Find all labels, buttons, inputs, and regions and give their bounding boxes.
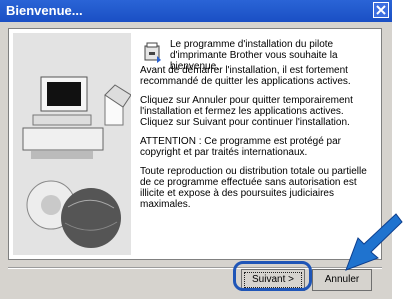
paragraph-3: ATTENTION : Ce programme est protégé par…	[140, 136, 341, 158]
title-bar: Bienvenue...	[0, 0, 392, 22]
close-icon	[376, 5, 386, 15]
computer-illustration	[22, 76, 132, 248]
instruction-text: Avant de démarrer l'installation, il est…	[140, 65, 376, 218]
installer-illustration	[13, 33, 132, 255]
arrow-pointer-icon	[345, 213, 403, 271]
window-title: Bienvenue...	[6, 3, 83, 18]
next-button-highlight	[233, 261, 312, 291]
dialog-body: Le programme d'installation du pilote d'…	[0, 22, 403, 299]
paragraph-2: Cliquez sur Annuler pour quitter tempora…	[140, 95, 353, 128]
installer-window: Bienvenue... Le programme d'installation…	[0, 0, 403, 299]
paragraph-1: Avant de démarrer l'installation, il est…	[140, 65, 351, 87]
close-button[interactable]	[373, 2, 389, 18]
paragraph-4: Toute reproduction ou distribution total…	[140, 166, 367, 210]
content-panel: Le programme d'installation du pilote d'…	[8, 28, 382, 260]
